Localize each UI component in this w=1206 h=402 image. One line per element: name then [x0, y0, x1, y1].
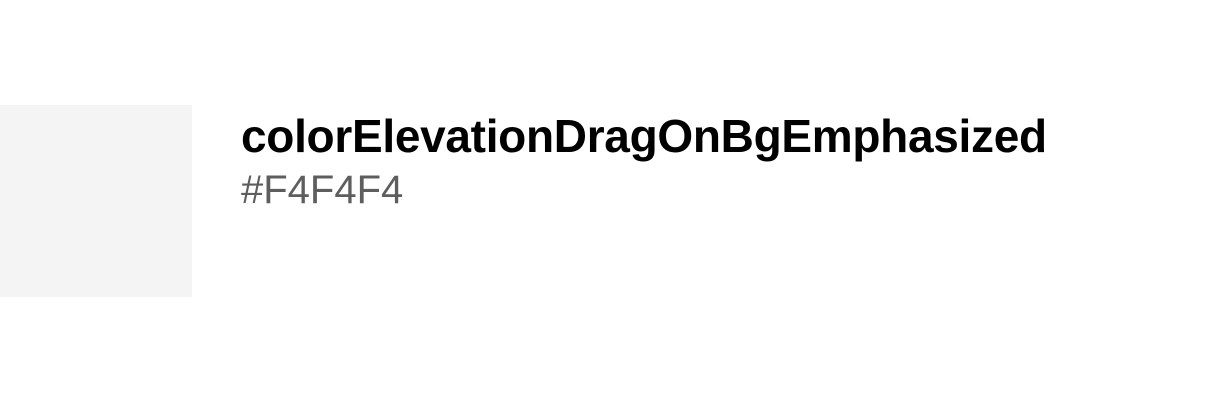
color-token-row: colorElevationDragOnBgEmphasized #F4F4F4 [0, 105, 1206, 297]
token-name: colorElevationDragOnBgEmphasized [241, 110, 1047, 162]
token-hex-value: #F4F4F4 [241, 168, 404, 212]
color-swatch [0, 105, 192, 297]
